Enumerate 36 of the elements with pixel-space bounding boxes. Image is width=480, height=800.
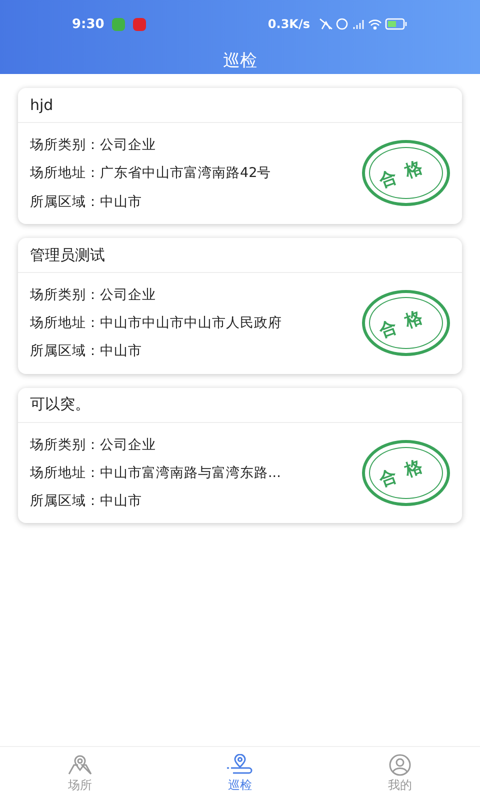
- field-label: 场所类别：: [30, 286, 100, 305]
- field-label: 场所地址：: [30, 314, 100, 333]
- card-title: 管理员测试: [30, 244, 105, 266]
- field-value: 公司企业: [100, 136, 156, 155]
- field-value: 公司企业: [100, 436, 156, 454]
- stamp-text: 合格: [378, 456, 434, 490]
- place-card[interactable]: hjd 场所类别：公司企业 场所地址：广东省中山市富湾南路42号 所属区域：中山市 合格: [18, 88, 462, 224]
- status-time: 9:30: [72, 16, 104, 34]
- nav-tab[interactable]: 巡检: [160, 747, 320, 800]
- battery-icon: [385, 18, 407, 30]
- wifi-icon: [368, 20, 382, 30]
- place-card[interactable]: 管理员测试 场所类别：公司企业 场所地址：中山市中山市中山市人民政府 所属区域：中山市 合格: [18, 238, 462, 374]
- signal-icon: [353, 20, 364, 30]
- app-notification-icon: [112, 18, 126, 31]
- field-value: 中山市: [100, 192, 142, 212]
- page-title: 巡检: [223, 50, 257, 72]
- field-label: 场所地址：: [30, 164, 100, 184]
- field-value: 中山市: [100, 342, 142, 362]
- card-title: hjd: [30, 94, 54, 116]
- field-value: 公司企业: [100, 286, 156, 305]
- field-value: 广东省中山市富湾南路42号: [100, 164, 272, 184]
- field-value: 中山市: [100, 492, 142, 511]
- place-card[interactable]: 可以突。 场所类别：公司企业 场所地址：中山市富湾南路与富湾东路... 所属区域：中山市 合格: [18, 388, 462, 524]
- field-label: 场所类别：: [30, 136, 100, 155]
- field-label: 所属区域：: [30, 342, 100, 362]
- stamp-text: 合格: [378, 156, 434, 191]
- field-label: 场所地址：: [30, 464, 100, 483]
- stamp-text: 合格: [378, 306, 434, 340]
- field-label: 所属区域：: [30, 192, 100, 212]
- field-label: 所属区域：: [30, 492, 100, 511]
- card-title: 可以突。: [30, 394, 90, 416]
- network-speed: 0.3K/s: [268, 16, 310, 34]
- field-value: 中山市富湾南路与富湾东路...: [100, 464, 281, 483]
- field-value: 中山市中山市中山市人民政府: [100, 314, 282, 333]
- field-label: 场所类别：: [30, 436, 100, 454]
- app-notification-icon: [133, 18, 146, 31]
